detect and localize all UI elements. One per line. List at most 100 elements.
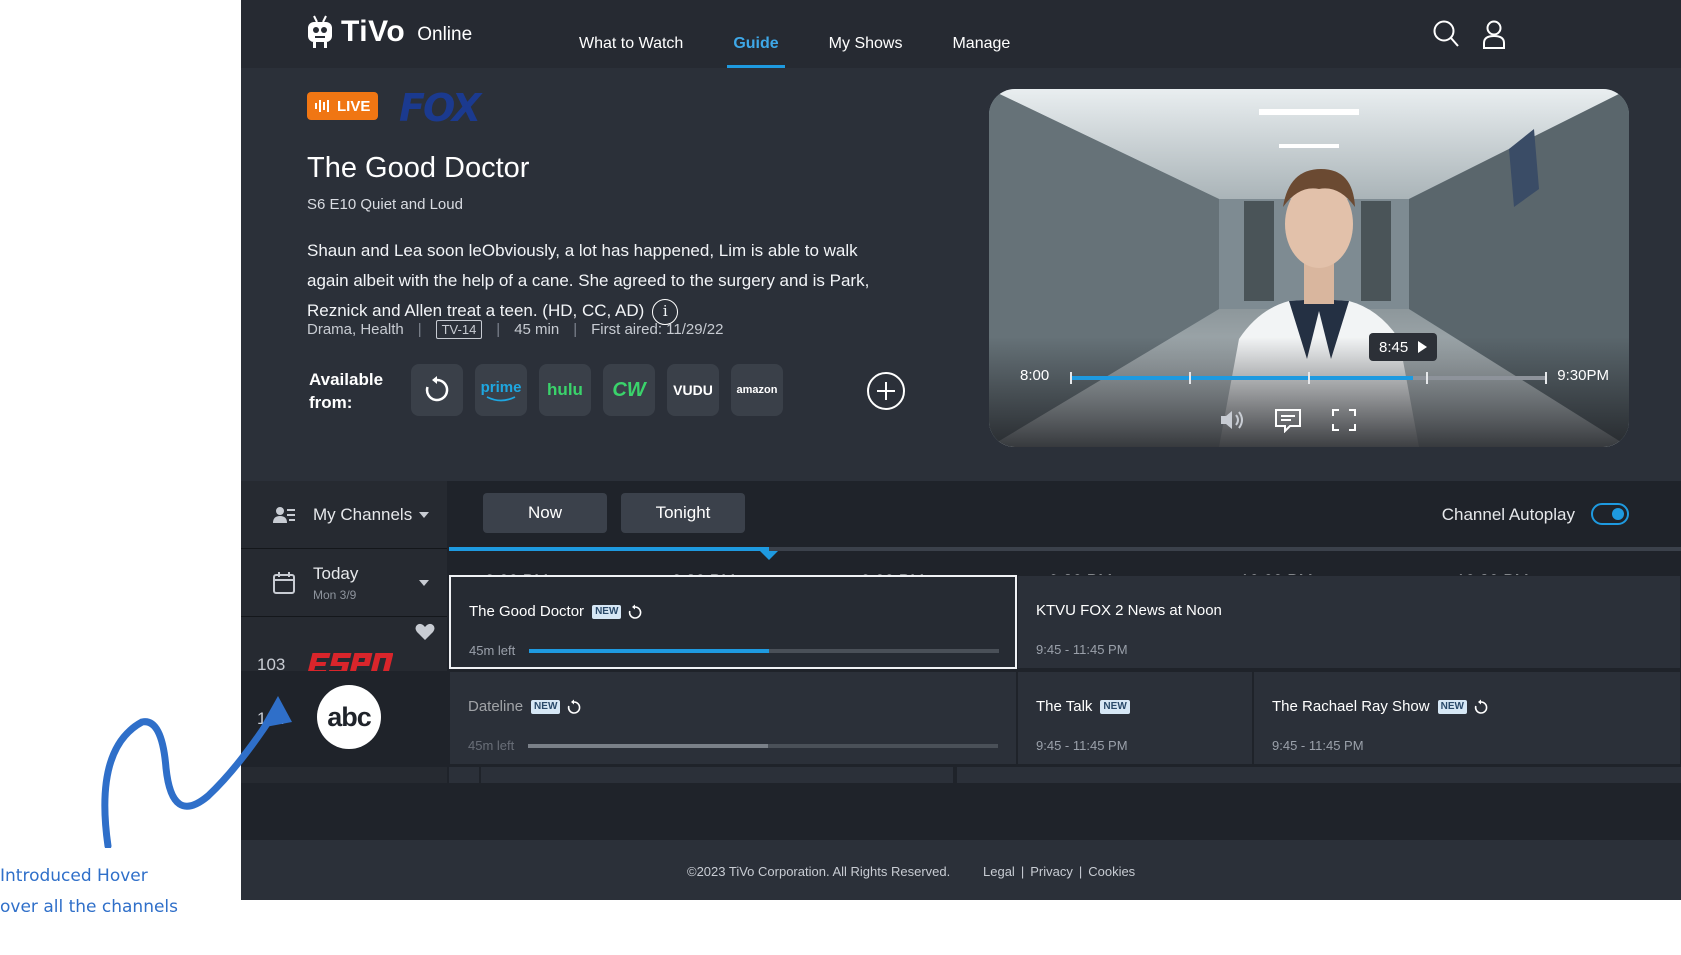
privacy-link[interactable]: Privacy bbox=[1030, 864, 1073, 879]
program-cell[interactable]: KTVU FOX 2 News at Noon 9:45 - 11:45 PM bbox=[1017, 575, 1681, 669]
scrub-tick bbox=[1545, 372, 1547, 384]
tivo-app: TiVo Online What to Watch Guide My Shows… bbox=[241, 0, 1681, 900]
scrub-tick bbox=[1188, 372, 1191, 384]
cw-logo: CW bbox=[612, 378, 646, 401]
program-cell[interactable]: The Talk NEW 9:45 - 11:45 PM bbox=[1017, 671, 1253, 765]
annotation-line-2: over all the channels bbox=[0, 897, 179, 917]
program-cell-selected[interactable]: The Good Doctor NEW 45m left bbox=[449, 575, 1017, 669]
program-title: The Good Doctor bbox=[469, 603, 585, 620]
prime-smile-icon bbox=[486, 395, 516, 401]
new-badge: NEW bbox=[531, 699, 561, 714]
main-nav: What to Watch Guide My Shows Manage bbox=[579, 0, 1060, 68]
date-dropdown[interactable]: Today Mon 3/9 bbox=[241, 549, 447, 617]
provider-cw[interactable]: CW bbox=[603, 364, 655, 416]
fullscreen-icon[interactable] bbox=[1329, 407, 1359, 433]
new-badge: NEW bbox=[1437, 699, 1467, 714]
player-controls-overlay bbox=[989, 337, 1629, 447]
tab-now[interactable]: Now bbox=[483, 493, 607, 533]
video-player[interactable]: 8:45 8:00 9:30PM bbox=[989, 89, 1629, 447]
program-cell[interactable]: The Rachael Ray Show NEW 9:45 - 11:45 PM bbox=[1253, 671, 1681, 765]
hulu-logo: hulu bbox=[547, 380, 583, 399]
legal-link[interactable]: Legal bbox=[983, 864, 1015, 879]
cookies-link[interactable]: Cookies bbox=[1088, 864, 1135, 879]
current-time-bubble[interactable]: 8:45 bbox=[1369, 333, 1438, 361]
scrub-bar[interactable] bbox=[1070, 372, 1547, 384]
scrub-tick bbox=[1070, 372, 1072, 384]
live-badge: LIVE bbox=[307, 92, 379, 120]
duration: 45 min bbox=[514, 321, 560, 338]
date-sub: Mon 3/9 bbox=[313, 587, 357, 602]
current-time: 8:45 bbox=[1379, 338, 1409, 356]
divider: | bbox=[496, 321, 501, 338]
abc-logo-icon[interactable]: abc bbox=[317, 685, 381, 749]
program-title-row: KTVU FOX 2 News at Noon bbox=[1036, 602, 1222, 619]
timeline-bar bbox=[449, 547, 1681, 551]
copyright: ©2023 TiVo Corporation. All Rights Reser… bbox=[687, 864, 951, 879]
vudu-logo: VUDU bbox=[673, 382, 713, 398]
add-button[interactable] bbox=[867, 372, 905, 410]
program-title: The Rachael Ray Show bbox=[1272, 698, 1430, 715]
program-title: The Talk bbox=[1036, 698, 1093, 715]
time-tabs: Now Tonight bbox=[483, 493, 759, 533]
divider: | bbox=[417, 321, 422, 338]
replay-icon bbox=[629, 604, 642, 619]
top-header: TiVo Online What to Watch Guide My Shows… bbox=[241, 0, 1681, 68]
profile-icon[interactable] bbox=[1479, 18, 1509, 50]
provider-list: prime hulu CW VUDU amazon bbox=[411, 364, 795, 416]
time-left: 45m left bbox=[469, 643, 516, 658]
date-label: Today bbox=[313, 563, 359, 583]
logo-subtitle: Online bbox=[417, 24, 473, 45]
time-left: 45m left bbox=[468, 738, 515, 753]
provider-hulu[interactable]: hulu bbox=[539, 364, 591, 416]
provider-prime[interactable]: prime bbox=[475, 364, 527, 416]
program-title-row: The Good Doctor NEW bbox=[469, 603, 643, 620]
chevron-down-icon bbox=[419, 511, 429, 518]
program-progress bbox=[528, 744, 998, 748]
first-aired: First aired: 11/29/22 bbox=[591, 321, 724, 338]
program-cell[interactable]: Dateline NEW 45m left bbox=[449, 671, 1017, 765]
play-icon[interactable] bbox=[1418, 341, 1428, 353]
replay-icon bbox=[425, 376, 449, 402]
tivo-logo[interactable]: TiVo Online bbox=[305, 14, 472, 50]
provider-amazon[interactable]: amazon bbox=[731, 364, 783, 416]
program-detail: LIVE FOX The Good Doctor S6 E10 Quiet an… bbox=[241, 68, 1681, 481]
program-progress-fill bbox=[528, 744, 768, 748]
program-cell-partial bbox=[449, 767, 479, 783]
current-time-pointer bbox=[760, 551, 779, 560]
footer: ©2023 TiVo Corporation. All Rights Reser… bbox=[241, 840, 1681, 900]
program-title-row: The Talk NEW bbox=[1036, 698, 1130, 715]
start-time: 8:00 bbox=[1020, 367, 1050, 384]
abc-logo-text: abc bbox=[327, 701, 372, 732]
show-title: The Good Doctor bbox=[307, 152, 530, 184]
nav-my-shows[interactable]: My Shows bbox=[829, 0, 903, 68]
timeline-progress bbox=[449, 547, 770, 551]
provider-replay[interactable] bbox=[411, 364, 463, 416]
heart-icon[interactable] bbox=[415, 623, 435, 641]
amazon-logo: amazon bbox=[736, 384, 778, 396]
live-label: LIVE bbox=[337, 97, 371, 115]
tab-tonight[interactable]: Tonight bbox=[621, 493, 745, 533]
nav-guide[interactable]: Guide bbox=[727, 0, 786, 68]
program-cell-partial bbox=[957, 767, 1681, 783]
provider-vudu[interactable]: VUDU bbox=[667, 364, 719, 416]
captions-icon[interactable] bbox=[1273, 407, 1303, 433]
search-icon[interactable] bbox=[1431, 18, 1461, 50]
rating-badge: TV-14 bbox=[435, 320, 483, 339]
available-from-label: Available from: bbox=[309, 370, 384, 412]
description-text: Shaun and Lea soon leObviously, a lot ha… bbox=[307, 241, 870, 320]
replay-icon bbox=[568, 699, 581, 714]
channel-filter-dropdown[interactable]: My Channels bbox=[241, 481, 447, 549]
autoplay-label: Channel Autoplay bbox=[1441, 505, 1575, 524]
scrub-progress bbox=[1071, 376, 1413, 380]
nav-manage[interactable]: Manage bbox=[952, 0, 1010, 68]
nav-what-to-watch[interactable]: What to Watch bbox=[579, 0, 683, 68]
program-progress-fill bbox=[529, 649, 769, 653]
scrub-tick bbox=[1426, 372, 1429, 384]
annotation-line-1: Introduced Hover bbox=[0, 866, 148, 886]
network-logo-fox: FOX bbox=[399, 86, 481, 130]
program-time: 9:45 - 11:45 PM bbox=[1036, 738, 1128, 753]
volume-icon[interactable] bbox=[1217, 407, 1247, 433]
autoplay-toggle[interactable] bbox=[1591, 503, 1629, 525]
show-description: Shaun and Lea soon leObviously, a lot ha… bbox=[307, 236, 887, 326]
live-signal-icon bbox=[315, 100, 331, 112]
